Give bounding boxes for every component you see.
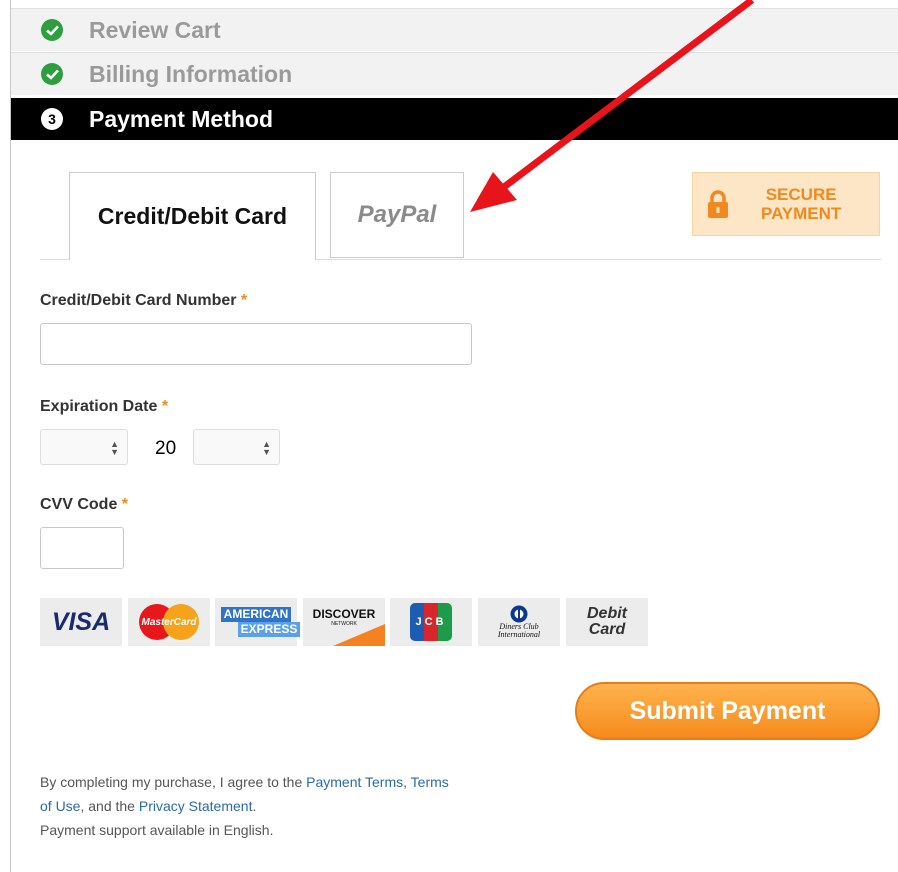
annotation-arrow: [470, 0, 755, 212]
